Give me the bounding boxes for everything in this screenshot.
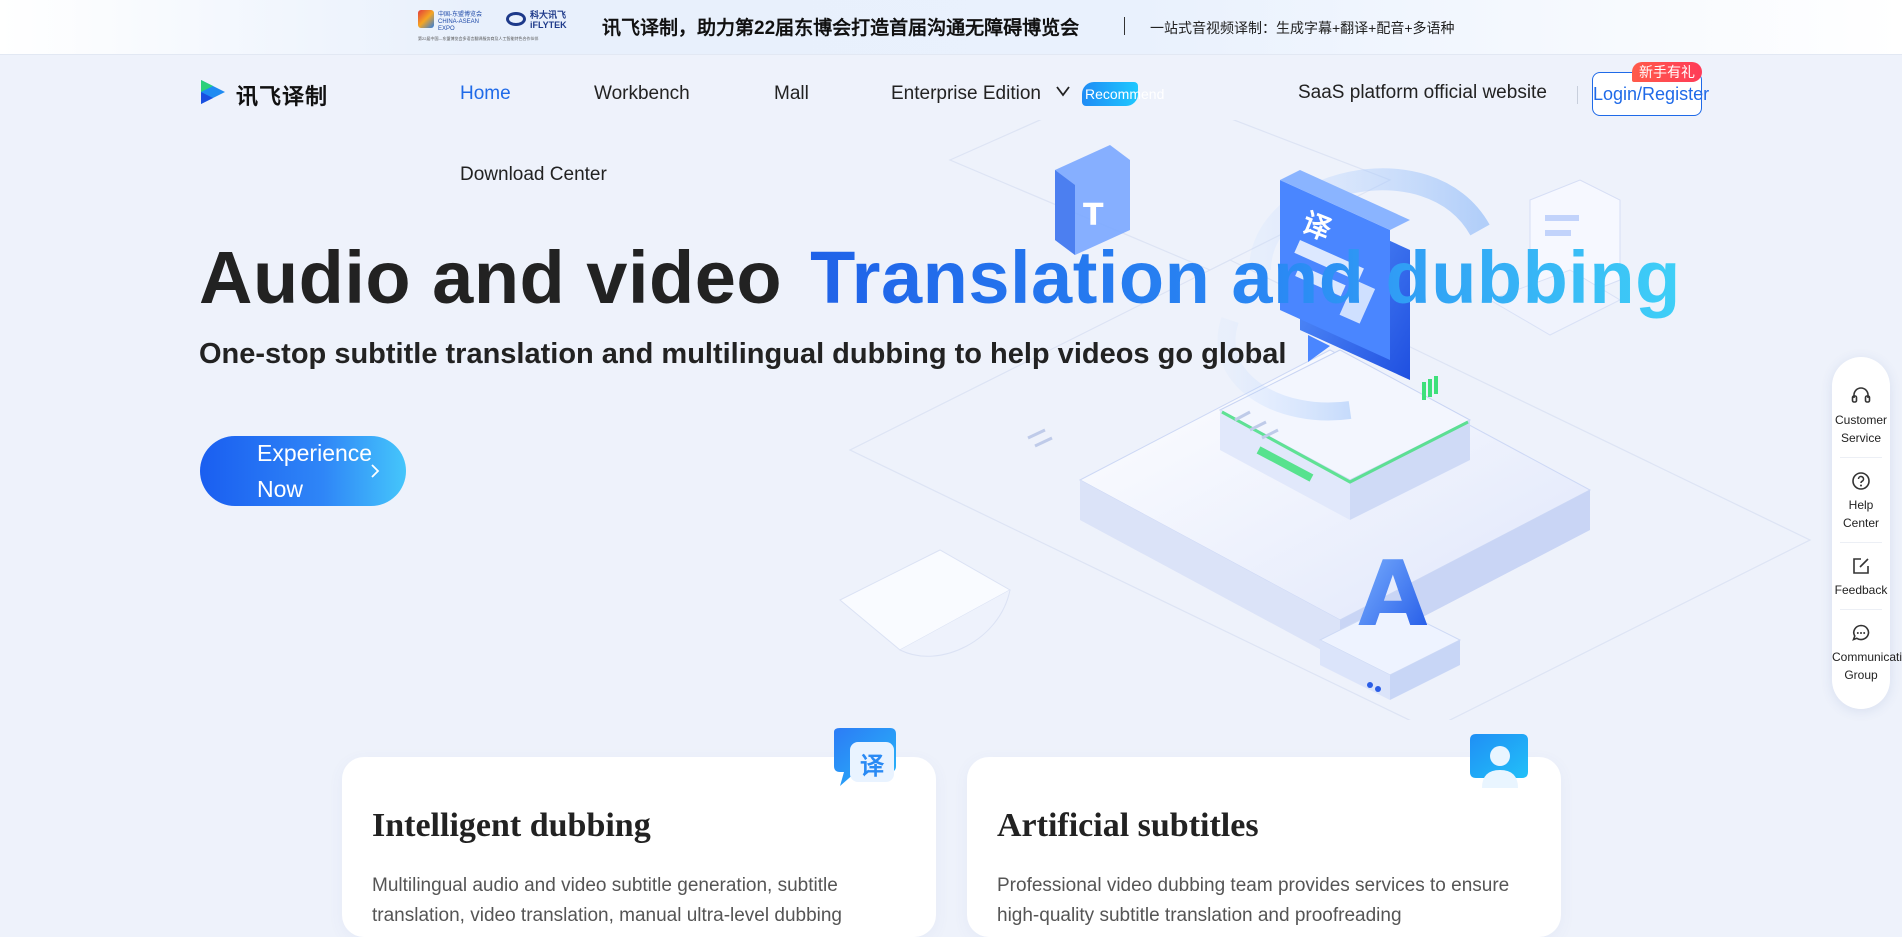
edit-icon [1853, 558, 1869, 574]
expo-logo-text: 中国-东盟博览会 CHINA-ASEAN EXPO [438, 12, 482, 32]
help-center-button[interactable]: Help Center [1832, 470, 1890, 532]
experience-now-label: Experience Now [257, 440, 373, 502]
brand-logo-icon [201, 80, 225, 104]
china-asean-expo-logo: 中国-东盟博览会 CHINA-ASEAN EXPO [418, 8, 488, 32]
communication-group-button[interactable]: Communication Group [1832, 622, 1902, 684]
card-description-line: Multilingual audio and video subtitle ge… [372, 875, 838, 896]
customer-service-label: Customer Service [1834, 413, 1887, 445]
expo-logo-icon [418, 10, 434, 28]
experience-now-button[interactable]: Experience Now [200, 436, 406, 506]
floating-service-bar: Customer Service Help Center Feedback Co… [1832, 357, 1902, 709]
nav-workbench[interactable]: Workbench [594, 83, 690, 105]
feedback-button[interactable]: Feedback [1832, 555, 1890, 599]
banner-subtext: 一站式音视频译制：生成字幕+翻译+配音+多语种 [1150, 20, 1455, 36]
banner-headline[interactable]: 讯飞译制，助力第22届东博会打造首届沟通无障碍博览会 [602, 13, 1079, 40]
hero-illustration: 译 T A [839, 120, 1812, 720]
iflytek-logo-text: 科大讯飞 iFLYTEK [530, 10, 567, 30]
brand-logo-text: 讯飞译制 [236, 84, 329, 109]
nav-enterprise-edition[interactable]: Enterprise Edition [891, 83, 1041, 105]
hero-title-highlight: Translation and dubbing [810, 236, 1681, 319]
nav-divider [1577, 86, 1578, 104]
float-divider [1840, 457, 1882, 458]
chevron-right-icon [371, 464, 380, 478]
nav-download-center[interactable]: Download Center [460, 164, 607, 186]
hero-title-plain: Audio and video [199, 236, 783, 319]
card-title: Intelligent dubbing [372, 807, 651, 844]
question-circle-icon [1852, 472, 1870, 490]
customer-service-button[interactable]: Customer Service [1832, 385, 1890, 447]
saas-website-link[interactable]: SaaS platform official website [1298, 82, 1547, 104]
headset-icon [1851, 387, 1871, 403]
hero-subtitle: One-stop subtitle translation and multil… [199, 338, 1287, 370]
chevron-down-icon[interactable] [1054, 82, 1072, 100]
hero-title: Audio and video Translation and dubbing [199, 235, 1681, 320]
card-description: Multilingual audio and video subtitle ge… [372, 871, 842, 931]
translate-bubble-icon: 译 [834, 728, 896, 786]
nav-home[interactable]: Home [460, 83, 511, 105]
card-description-line: Professional video dubbing team provides… [997, 875, 1510, 896]
person-chat-icon [1470, 734, 1528, 788]
float-divider [1840, 542, 1882, 543]
nav-mall[interactable]: Mall [774, 83, 809, 105]
banner-fine-print: 第22届中国—东盟博览会多语言翻译服务商及人工智能特色合作伙伴 [418, 36, 539, 41]
svg-text:A: A [1358, 542, 1428, 647]
feedback-label: Feedback [1834, 583, 1888, 597]
communication-group-label: Communication Group [1832, 650, 1902, 682]
recommend-badge: Recommend [1082, 82, 1164, 106]
help-center-label: Help Center [1842, 498, 1880, 530]
svg-text:T: T [1083, 198, 1104, 233]
svg-text:译: 译 [860, 752, 885, 780]
promo-banner[interactable]: 中国-东盟博览会 CHINA-ASEAN EXPO 科大讯飞 iFLYTEK 第… [0, 0, 1902, 55]
iflytek-logo: 科大讯飞 iFLYTEK [506, 8, 572, 32]
iflytek-logo-icon [506, 12, 526, 26]
chat-bubble-icon [1852, 624, 1870, 641]
card-description: Professional video dubbing team provides… [997, 871, 1509, 931]
banner-logos: 中国-东盟博览会 CHINA-ASEAN EXPO 科大讯飞 iFLYTEK 第… [418, 6, 574, 48]
banner-divider [1124, 17, 1125, 35]
float-divider [1840, 609, 1882, 610]
card-title: Artificial subtitles [997, 807, 1259, 844]
new-user-gift-badge: 新手有礼 [1632, 62, 1702, 82]
